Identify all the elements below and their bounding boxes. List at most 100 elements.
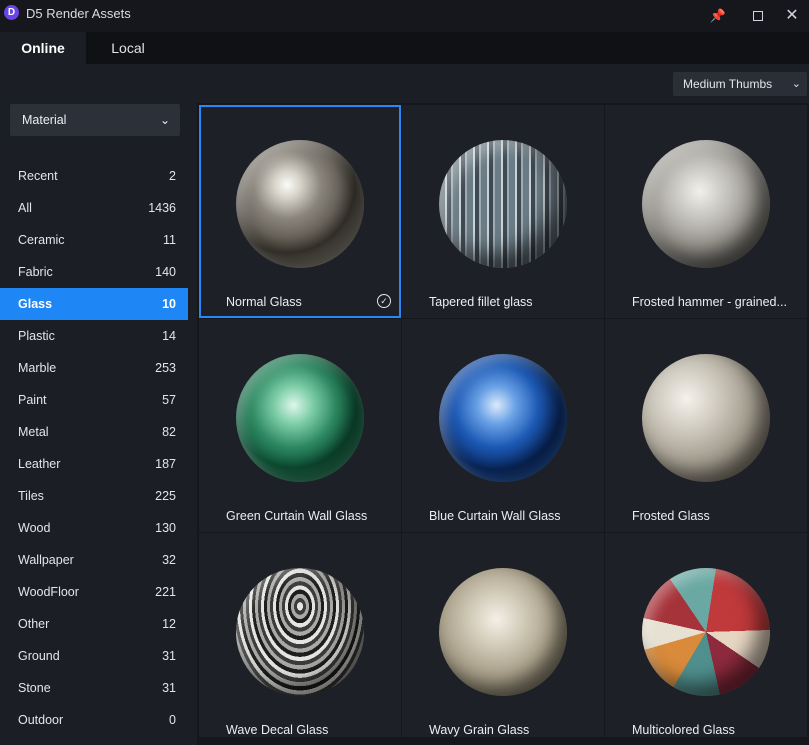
sidebar-item-label: Marble <box>18 361 57 375</box>
tab-bar: Online Local <box>0 32 809 64</box>
sidebar-item-label: Plastic <box>18 329 55 343</box>
chevron-down-icon: ⌄ <box>159 113 170 127</box>
asset-card[interactable]: Blue Curtain Wall Glass <box>402 319 604 532</box>
asset-card[interactable]: Wavy Grain Glass <box>402 533 604 737</box>
sidebar-item-count: 14 <box>162 329 176 343</box>
sidebar-item-woodfloor[interactable]: WoodFloor 221 <box>0 576 188 608</box>
check-circle-icon: ✓ <box>377 294 391 308</box>
asset-card[interactable]: Green Curtain Wall Glass <box>199 319 401 532</box>
material-thumbnail <box>642 568 770 696</box>
material-thumbnail <box>439 568 567 696</box>
sidebar-item-label: Paint <box>18 393 47 407</box>
material-thumbnail <box>236 354 364 482</box>
material-thumbnail <box>236 568 364 696</box>
sidebar-item-paint[interactable]: Paint 57 <box>0 384 188 416</box>
asset-card[interactable]: Normal Glass ✓ <box>199 105 401 318</box>
asset-name: Frosted hammer - grained... <box>632 295 787 309</box>
material-thumbnail <box>642 354 770 482</box>
sidebar-item-label: Wallpaper <box>18 553 74 567</box>
material-thumbnail <box>439 140 567 268</box>
sidebar-item-label: WoodFloor <box>18 585 79 599</box>
sidebar-item-stone[interactable]: Stone 31 <box>0 672 188 704</box>
tab-online[interactable]: Online <box>0 32 86 64</box>
asset-name: Multicolored Glass <box>632 723 735 737</box>
sidebar-item-glass[interactable]: Glass 10 <box>0 288 188 320</box>
sidebar-item-label: Fabric <box>18 265 53 279</box>
asset-name: Wavy Grain Glass <box>429 723 530 737</box>
sidebar-item-count: 57 <box>162 393 176 407</box>
asset-name: Green Curtain Wall Glass <box>226 509 368 523</box>
category-filter-dropdown[interactable]: Material ⌄ <box>10 104 180 136</box>
sidebar-item-count: 11 <box>163 233 176 247</box>
sidebar-item-fabric[interactable]: Fabric 140 <box>0 256 188 288</box>
sidebar-item-count: 1436 <box>148 201 176 215</box>
sidebar-item-outdoor[interactable]: Outdoor 0 <box>0 704 188 736</box>
material-thumbnail <box>439 354 567 482</box>
title-bar: D D5 Render Assets 📌 ✕ <box>0 0 809 32</box>
sidebar-item-count: 221 <box>155 585 176 599</box>
material-thumbnail <box>642 140 770 268</box>
sidebar-item-tiles[interactable]: Tiles 225 <box>0 480 188 512</box>
sidebar: Material ⌄ Recent 2 All 1436 Ceramic 11 Fabric… <box>0 96 195 745</box>
sidebar-item-ground[interactable]: Ground 31 <box>0 640 188 672</box>
sidebar-item-marble[interactable]: Marble 253 <box>0 352 188 384</box>
sidebar-item-count: 187 <box>155 457 176 471</box>
sidebar-item-label: Glass <box>18 297 53 311</box>
asset-card[interactable]: Frosted Glass <box>605 319 807 532</box>
sidebar-item-count: 225 <box>155 489 176 503</box>
thumb-size-value: Medium Thumbs <box>683 77 773 91</box>
sidebar-item-label: Recent <box>18 169 58 183</box>
sidebar-item-wallpaper[interactable]: Wallpaper 32 <box>0 544 188 576</box>
sidebar-item-all[interactable]: All 1436 <box>0 192 188 224</box>
sidebar-item-count: 140 <box>155 265 176 279</box>
sidebar-item-count: 12 <box>162 617 176 631</box>
app-logo-icon: D <box>4 5 19 20</box>
asset-card[interactable]: Multicolored Glass <box>605 533 807 737</box>
sidebar-item-label: Tiles <box>18 489 44 503</box>
window-title: D5 Render Assets <box>26 6 131 21</box>
asset-name: Wave Decal Glass <box>226 723 329 737</box>
chevron-down-icon: ⌄ <box>791 78 801 90</box>
sidebar-item-label: Ceramic <box>18 233 65 247</box>
asset-grid: Normal Glass ✓ Tapered fillet glass Frosted… <box>197 103 809 745</box>
thumb-size-dropdown[interactable]: Medium Thumbs ⌄ <box>673 72 807 96</box>
asset-name: Frosted Glass <box>632 509 710 523</box>
asset-name: Normal Glass <box>226 295 302 309</box>
sidebar-item-count: 253 <box>155 361 176 375</box>
asset-card[interactable]: Tapered fillet glass <box>402 105 604 318</box>
sidebar-item-count: 130 <box>155 521 176 535</box>
sidebar-item-count: 31 <box>162 649 176 663</box>
sidebar-item-count: 82 <box>162 425 176 439</box>
asset-card[interactable]: Wave Decal Glass <box>199 533 401 737</box>
maximize-button[interactable] <box>748 6 768 26</box>
sidebar-item-count: 0 <box>169 713 176 727</box>
sidebar-item-label: Stone <box>18 681 51 695</box>
sidebar-item-count: 32 <box>162 553 176 567</box>
tab-local[interactable]: Local <box>86 32 170 64</box>
sidebar-item-recent[interactable]: Recent 2 <box>0 160 188 192</box>
sidebar-item-label: Other <box>18 617 50 631</box>
maximize-icon <box>753 10 763 21</box>
sidebar-item-label: Outdoor <box>18 713 64 727</box>
sidebar-item-ceramic[interactable]: Ceramic 11 <box>0 224 188 256</box>
sidebar-item-label: Ground <box>18 649 60 663</box>
asset-name: Tapered fillet glass <box>429 295 533 309</box>
category-filter-value: Material <box>22 113 67 127</box>
sidebar-item-label: Wood <box>18 521 51 535</box>
asset-card[interactable]: Frosted hammer - grained... <box>605 105 807 318</box>
pin-icon[interactable]: 📌 <box>708 6 728 26</box>
asset-name: Blue Curtain Wall Glass <box>429 509 561 523</box>
sidebar-item-count: 10 <box>162 297 176 311</box>
sidebar-item-label: Leather <box>18 457 61 471</box>
sidebar-item-leather[interactable]: Leather 187 <box>0 448 188 480</box>
sidebar-item-count: 2 <box>169 169 176 183</box>
sidebar-item-label: All <box>18 201 32 215</box>
sidebar-item-wood[interactable]: Wood 130 <box>0 512 188 544</box>
sidebar-item-metal[interactable]: Metal 82 <box>0 416 188 448</box>
sidebar-item-count: 31 <box>162 681 176 695</box>
material-thumbnail <box>236 140 364 268</box>
sidebar-item-plastic[interactable]: Plastic 14 <box>0 320 188 352</box>
sidebar-item-label: Metal <box>18 425 49 439</box>
close-button[interactable]: ✕ <box>782 6 802 26</box>
sidebar-item-other[interactable]: Other 12 <box>0 608 188 640</box>
